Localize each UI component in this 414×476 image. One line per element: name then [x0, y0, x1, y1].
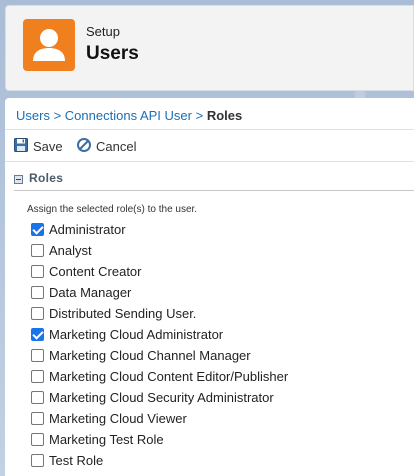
role-list: Administrator Analyst Content Creator Data …: [31, 219, 411, 471]
save-button[interactable]: Save: [14, 137, 63, 155]
role-checkbox[interactable]: [31, 370, 44, 383]
breadcrumb-current: Roles: [206, 108, 243, 123]
role-item[interactable]: Marketing Cloud Channel Manager: [31, 345, 411, 366]
role-checkbox[interactable]: [31, 307, 44, 320]
role-item[interactable]: Analyst: [31, 240, 411, 261]
instructions-text: Assign the selected role(s) to the user.: [27, 204, 198, 215]
breadcrumb-separator: >: [53, 108, 62, 123]
main-panel: Users > Connections API User > Roles Sav…: [5, 98, 414, 476]
save-label: Save: [33, 138, 63, 154]
role-item[interactable]: Administrator: [31, 219, 411, 240]
role-checkbox[interactable]: [31, 412, 44, 425]
role-item[interactable]: Content Creator: [31, 261, 411, 282]
section-title: Roles: [29, 171, 64, 185]
collapse-icon[interactable]: [14, 175, 23, 184]
role-item[interactable]: Marketing Cloud Security Administrator: [31, 387, 411, 408]
role-label: Marketing Cloud Security Administrator: [49, 390, 274, 405]
toolbar: Save Cancel: [5, 129, 414, 162]
role-label: Analyst: [49, 243, 92, 258]
role-checkbox-checked[interactable]: [31, 223, 44, 236]
role-label: Marketing Cloud Viewer: [49, 411, 187, 426]
role-label: Content Creator: [49, 264, 142, 279]
role-item[interactable]: Marketing Test Role: [31, 429, 411, 450]
role-item[interactable]: Marketing Cloud Viewer: [31, 408, 411, 429]
role-item[interactable]: Distributed Sending User.: [31, 303, 411, 324]
role-checkbox[interactable]: [31, 349, 44, 362]
role-item[interactable]: Test Role: [31, 450, 411, 471]
role-item[interactable]: Data Manager: [31, 282, 411, 303]
role-checkbox[interactable]: [31, 286, 44, 299]
role-checkbox[interactable]: [31, 433, 44, 446]
setup-header: Setup Users: [5, 5, 414, 91]
page-title: Users: [86, 43, 139, 64]
header-eyebrow: Setup: [86, 24, 120, 39]
user-icon: [23, 19, 75, 71]
role-label: Marketing Cloud Administrator: [49, 327, 224, 342]
role-checkbox[interactable]: [31, 265, 44, 278]
save-icon: [14, 137, 28, 155]
role-checkbox-checked[interactable]: [31, 328, 44, 341]
role-checkbox[interactable]: [31, 244, 44, 257]
cancel-label: Cancel: [96, 138, 137, 154]
breadcrumb-users-link[interactable]: Users: [16, 108, 50, 123]
roles-section-header[interactable]: Roles: [14, 171, 414, 191]
role-checkbox[interactable]: [31, 454, 44, 467]
role-label: Data Manager: [49, 285, 132, 300]
role-label: Distributed Sending User.: [49, 306, 197, 321]
cancel-button[interactable]: Cancel: [77, 137, 136, 155]
role-item[interactable]: Marketing Cloud Content Editor/Publisher: [31, 366, 411, 387]
role-label: Test Role: [49, 453, 104, 468]
role-label: Administrator: [49, 222, 126, 237]
role-label: Marketing Cloud Content Editor/Publisher: [49, 369, 289, 384]
role-checkbox[interactable]: [31, 391, 44, 404]
role-label: Marketing Cloud Channel Manager: [49, 348, 251, 363]
breadcrumb: Users > Connections API User > Roles: [16, 108, 242, 123]
role-label: Marketing Test Role: [49, 432, 164, 447]
breadcrumb-user-link[interactable]: Connections API User: [65, 108, 192, 123]
breadcrumb-separator: >: [195, 108, 204, 123]
cancel-icon: [77, 137, 91, 155]
role-item[interactable]: Marketing Cloud Administrator: [31, 324, 411, 345]
